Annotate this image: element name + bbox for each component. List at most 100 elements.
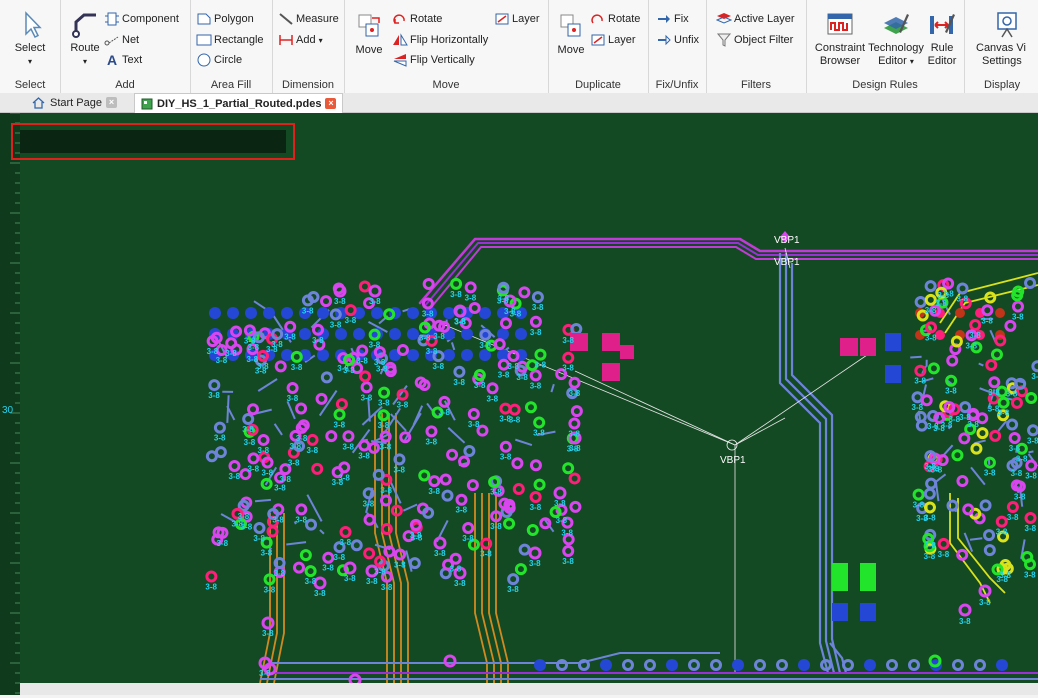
bottom-bus-traces (260, 652, 1038, 680)
svg-text:3-8: 3-8 (945, 387, 957, 396)
duplicate-layer-button[interactable]: Layer (590, 33, 636, 47)
svg-text:3-8: 3-8 (247, 355, 259, 364)
unfix-button-label: Unfix (674, 34, 700, 46)
chevron-down-icon: ▾ (909, 57, 914, 66)
svg-text:3-8: 3-8 (450, 290, 462, 299)
svg-text:3-8: 3-8 (393, 465, 405, 474)
route-button[interactable]: Route ▾ (68, 10, 102, 68)
canvas-view-settings-label-1: Canvas Vi (976, 42, 1026, 54)
svg-text:3-8: 3-8 (948, 415, 960, 424)
circle-button[interactable]: Circle (196, 53, 242, 67)
svg-text:3-8: 3-8 (264, 585, 276, 594)
highlighted-command-box (11, 123, 295, 160)
svg-text:3-8: 3-8 (561, 529, 573, 538)
command-input-field[interactable] (20, 130, 286, 153)
svg-text:3-8: 3-8 (465, 293, 477, 302)
svg-text:3-8: 3-8 (284, 333, 296, 342)
duplicate-move-button[interactable]: Move (554, 12, 588, 57)
duplicate-move-icon (560, 14, 581, 37)
fix-button[interactable]: Fix (656, 12, 689, 26)
constraint-browser-label-2: Browser (819, 55, 861, 67)
rotate-button[interactable]: Rotate (392, 12, 442, 26)
svg-text:3-8: 3-8 (380, 486, 392, 495)
pcb-document-icon (141, 98, 153, 109)
text-button[interactable]: A Text (104, 53, 142, 67)
rule-editor-button[interactable]: Rule Editor (924, 10, 960, 68)
svg-text:3-8: 3-8 (432, 362, 444, 371)
component-pads-right (840, 333, 901, 383)
svg-text:3-8: 3-8 (913, 501, 925, 510)
duplicate-rotate-button[interactable]: Rotate (590, 12, 640, 26)
ribbon-group-label-duplicate: Duplicate (575, 79, 621, 91)
svg-text:3-8: 3-8 (924, 462, 936, 471)
tab-diy-hs-1-partial-routed[interactable]: DIY_HS_1_Partial_Routed.pdes × (134, 93, 344, 113)
svg-text:3-8: 3-8 (244, 438, 256, 447)
object-filter-button[interactable]: Object Filter (716, 33, 793, 47)
polygon-button[interactable]: Polygon (196, 12, 254, 26)
move-layer-button[interactable]: Layer (494, 12, 540, 26)
ribbon-group-duplicate: Move Rotate Layer Duplicate (548, 0, 649, 93)
net-icon (104, 36, 119, 46)
close-icon[interactable]: × (325, 98, 337, 109)
canvas-view-settings-button[interactable]: Canvas Vi Settings (970, 10, 1038, 68)
svg-text:3-8: 3-8 (998, 409, 1010, 418)
svg-text:3-8: 3-8 (205, 583, 217, 592)
constraint-browser-button[interactable]: Constraint Browser (812, 10, 868, 68)
unpin-icon (658, 34, 671, 46)
net-label-vbp1-center: VBP1 (720, 455, 746, 466)
route-button-label: Route (70, 42, 100, 54)
ribbon-group-move: Move Rotate Layer Flip Horizontally Flip… (344, 0, 549, 93)
rule-editor-icon (930, 14, 955, 34)
move-button[interactable]: Move (352, 12, 386, 57)
svg-text:3-8: 3-8 (288, 459, 300, 468)
net-button[interactable]: Net (104, 33, 139, 47)
active-layer-button[interactable]: Active Layer (716, 12, 795, 26)
layer-icon (591, 34, 605, 46)
svg-text:3-8: 3-8 (462, 534, 474, 543)
svg-text:3-8: 3-8 (366, 577, 378, 586)
component-icon (105, 12, 119, 26)
svg-text:3-8: 3-8 (302, 306, 314, 315)
constraint-browser-icon (827, 13, 853, 35)
flip-vertically-button[interactable]: Flip Vertically (392, 53, 475, 67)
svg-text:3-8: 3-8 (562, 364, 574, 373)
svg-text:3-8: 3-8 (979, 598, 991, 607)
svg-text:3-8: 3-8 (957, 295, 969, 304)
svg-text:3-8: 3-8 (295, 515, 307, 524)
svg-text:3-8: 3-8 (569, 444, 581, 453)
svg-text:3-8: 3-8 (924, 513, 936, 522)
select-button[interactable]: Select ▾ (8, 10, 52, 68)
svg-text:3-8: 3-8 (959, 617, 971, 626)
svg-text:3-8: 3-8 (984, 469, 996, 478)
pcb-layout-view[interactable]: VBP1 VBP1 VBP1 3-83-83-83-83-83-83-83-83… (20, 113, 1038, 683)
component-button[interactable]: Component (104, 12, 179, 26)
svg-text:3-8: 3-8 (1031, 372, 1038, 381)
technology-editor-button[interactable]: Technology Editor ▾ (866, 10, 926, 68)
flip-vertical-icon (393, 54, 407, 67)
measure-button[interactable]: Measure (278, 12, 339, 26)
tab-start-page[interactable]: Start Page × (26, 93, 123, 112)
svg-text:3-8: 3-8 (480, 550, 492, 559)
home-icon (32, 96, 45, 109)
unfix-button[interactable]: Unfix (656, 33, 699, 47)
svg-text:3-8: 3-8 (425, 437, 437, 446)
ribbon-group-design-rules: Constraint Browser Technology Editor ▾ R… (806, 0, 965, 93)
svg-text:3-8: 3-8 (253, 534, 265, 543)
horizontal-scrollbar[interactable] (20, 683, 1038, 695)
svg-text:3-8: 3-8 (450, 565, 462, 574)
svg-text:3-8: 3-8 (1016, 455, 1028, 464)
flip-horizontally-button[interactable]: Flip Horizontally (392, 33, 488, 47)
add-dimension-button[interactable]: Add ▾ (278, 33, 323, 47)
svg-text:3-8: 3-8 (338, 473, 350, 482)
svg-text:3-8: 3-8 (394, 560, 406, 569)
svg-text:3-8: 3-8 (261, 549, 273, 558)
text-button-label: Text (122, 54, 143, 66)
ribbon-group-area-fill: Polygon Rectangle Circle Area Fill (190, 0, 273, 93)
rectangle-button[interactable]: Rectangle (196, 33, 264, 47)
ribbon-group-label-fix-unfix: Fix/Unfix (655, 79, 699, 91)
rectangle-button-label: Rectangle (214, 34, 264, 46)
close-icon[interactable]: × (105, 97, 117, 108)
component-pads-left (570, 333, 634, 381)
svg-text:3-8: 3-8 (374, 567, 386, 576)
pcb-canvas[interactable]: VBP1 VBP1 VBP1 3-8 3-8 3-8 3-8 3-8 3-8 3… (20, 113, 1038, 683)
